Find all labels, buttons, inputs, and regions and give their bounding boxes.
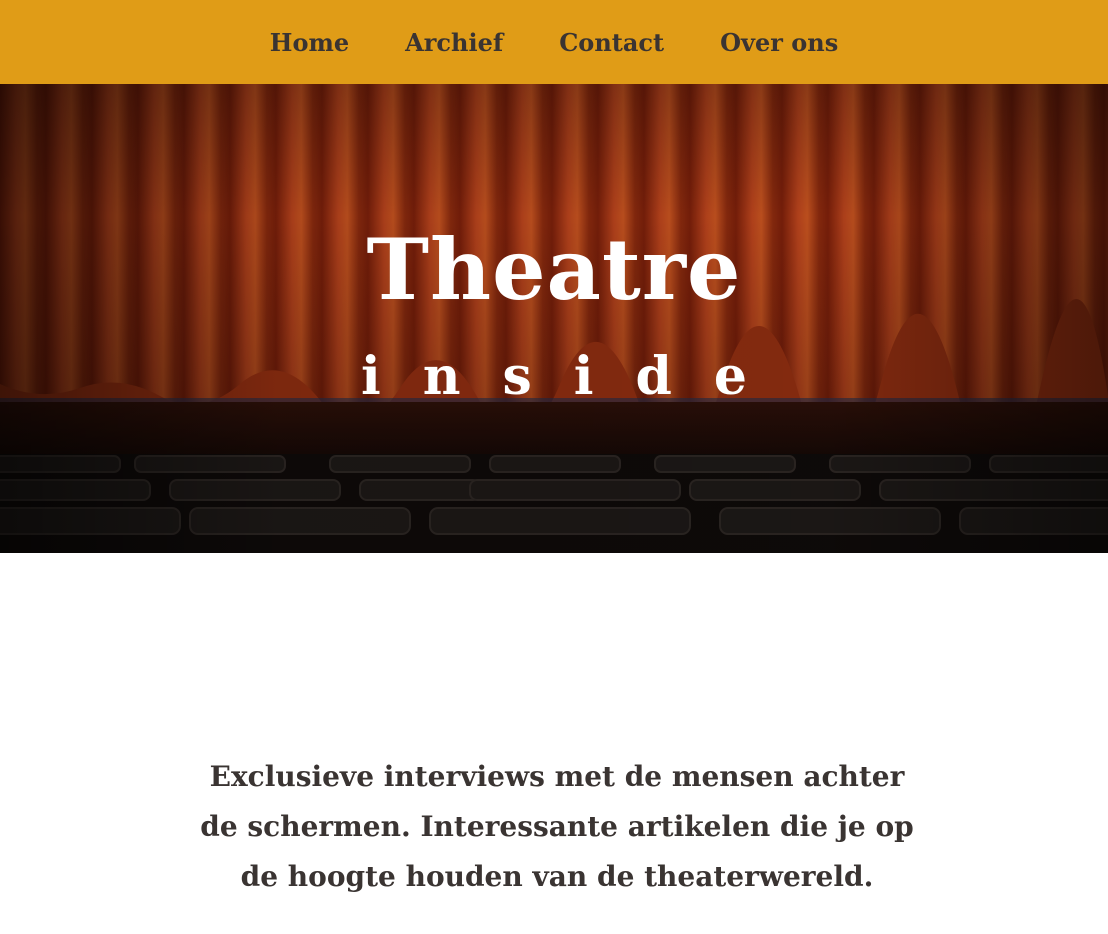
hero-subtitle: inside	[360, 346, 790, 407]
hero-banner: Theatre inside	[0, 84, 1108, 553]
nav-link-archief[interactable]: Archief	[405, 28, 503, 57]
main-navigation: Home Archief Contact Over ons	[0, 0, 1108, 84]
hero-title: Theatre	[366, 220, 742, 319]
intro-paragraph: Exclusieve interviews met de mensen acht…	[200, 760, 914, 893]
nav-link-contact[interactable]: Contact	[559, 28, 664, 57]
nav-link-over-ons[interactable]: Over ons	[720, 28, 838, 57]
nav-link-home[interactable]: Home	[270, 28, 349, 57]
